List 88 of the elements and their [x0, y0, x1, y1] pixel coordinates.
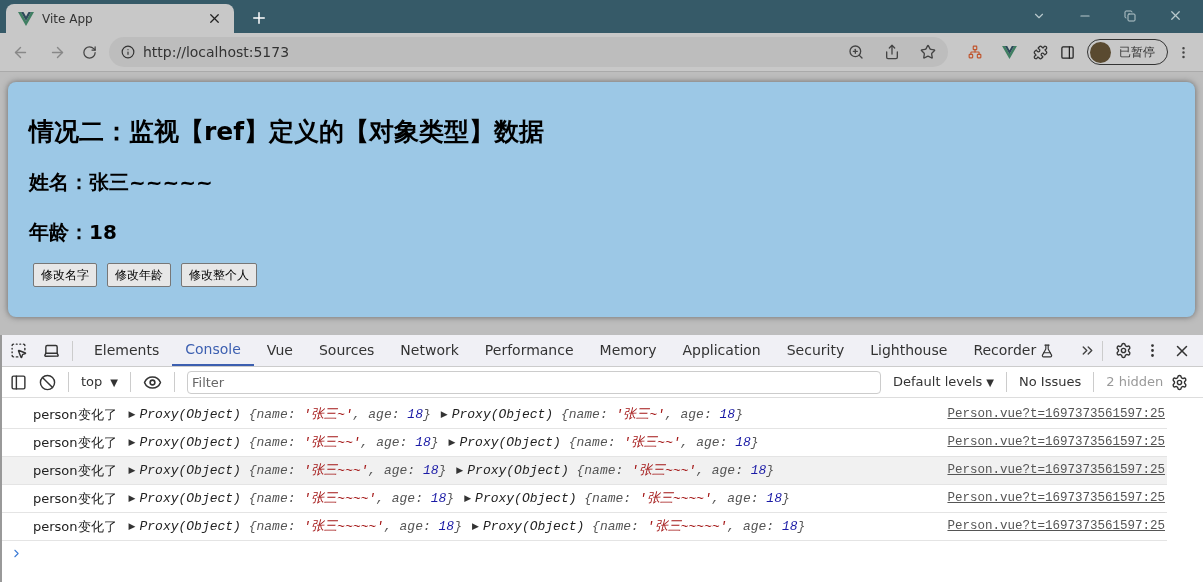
source-link[interactable]: Person.vue?t=1697373561597:25 [947, 433, 1165, 452]
object-text: Proxy(Object) {name: '张三~~~~~', age: 18} [482, 517, 806, 536]
devtools-tab[interactable]: Lighthouse [857, 335, 961, 366]
settings-icon[interactable] [1115, 342, 1132, 359]
object-text: Proxy(Object) {name: '张三~', age: 18} [139, 405, 431, 424]
object-preview[interactable]: ▶ Proxy(Object) {name: '张三~~~~~', age: 18} [471, 516, 806, 537]
tab-title: Vite App [42, 10, 94, 28]
close-icon[interactable] [207, 11, 222, 26]
source-link[interactable]: Person.vue?t=1697373561597:25 [947, 405, 1165, 424]
network-icon[interactable] [968, 45, 982, 59]
info-icon [121, 45, 135, 59]
object-text: Proxy(Object) {name: '张三~~', age: 18} [139, 433, 439, 452]
share-icon[interactable] [884, 44, 900, 60]
age-line: 年龄：18 [29, 219, 118, 247]
flask-icon [1040, 343, 1055, 358]
devtools-tab[interactable]: Elements [81, 335, 173, 366]
devtools-tab[interactable]: Security [773, 335, 858, 366]
expander-glyph: ▶ [448, 435, 456, 449]
devtools-tab[interactable]: Sources [305, 335, 388, 366]
reload-icon[interactable] [82, 44, 97, 60]
object-preview[interactable]: ▶ Proxy(Object) {name: '张三~~~~', age: 18} [128, 488, 455, 509]
object-preview[interactable]: ▶ Proxy(Object) {name: '张三~~~', age: 18} [128, 460, 447, 481]
expander-glyph: ▶ [128, 407, 136, 421]
new-tab-icon[interactable] [250, 9, 268, 27]
url-text: http://localhost:5173 [143, 42, 291, 62]
expander-glyph: ▶ [464, 491, 472, 505]
object-text: Proxy(Object) {name: '张三~~~~', age: 18} [475, 489, 790, 508]
devtools-tab[interactable]: Recorder [960, 335, 1068, 366]
log-message: person变化了 [33, 405, 117, 424]
zoom-icon[interactable] [848, 44, 864, 60]
filter-field[interactable]: Filter [187, 370, 881, 394]
object-preview[interactable]: ▶ Proxy(Object) {name: '张三~~~~', age: 18} [464, 488, 790, 509]
extensions-icon[interactable] [1033, 44, 1048, 60]
object-preview[interactable]: ▶ Proxy(Object) {name: '张三~~~~~', age: 18} [128, 516, 462, 537]
action-button[interactable]: 修改整个人 [181, 263, 257, 288]
devtools-tab[interactable]: Application [669, 335, 774, 366]
device-toolbar-icon[interactable] [43, 342, 60, 359]
profile-label: 已暂停 [1119, 44, 1155, 61]
browser-tab[interactable]: Vite App [6, 4, 234, 33]
object-text: Proxy(Object) {name: '张三~~', age: 18} [459, 433, 759, 452]
devtools-tab[interactable]: Performance [471, 335, 587, 366]
object-preview[interactable]: ▶ Proxy(Object) {name: '张三~', age: 18} [128, 404, 431, 425]
devtools-tab[interactable]: Console [172, 335, 254, 366]
expander-glyph: ▶ [128, 519, 136, 533]
object-text: Proxy(Object) {name: '张三~', age: 18} [451, 405, 743, 424]
source-link[interactable]: Person.vue?t=1697373561597:25 [947, 461, 1165, 480]
star-icon[interactable] [920, 44, 936, 60]
log-message: person变化了 [33, 433, 117, 452]
devtools-tab[interactable]: Network [387, 335, 472, 366]
settings-icon[interactable] [1171, 373, 1189, 391]
context-select[interactable]: top ▼ [81, 372, 118, 392]
object-text: Proxy(Object) {name: '张三~~~', age: 18} [467, 461, 775, 480]
log-message: person变化了 [33, 489, 117, 508]
v-logo-icon[interactable] [1002, 45, 1017, 59]
hidden-count: 2 hidden [1106, 373, 1164, 392]
page-heading: 情况二：监视【ref】定义的【对象类型】数据 [29, 116, 546, 148]
expander-glyph: ▶ [456, 463, 464, 477]
expander-glyph: ▶ [128, 463, 136, 477]
restore-icon[interactable] [1124, 9, 1136, 22]
inspect-icon[interactable] [10, 342, 27, 359]
side-panel-icon[interactable] [1060, 44, 1075, 60]
object-preview[interactable]: ▶ Proxy(Object) {name: '张三~', age: 18} [440, 404, 743, 425]
expander-glyph: ▶ [471, 519, 479, 533]
object-preview[interactable]: ▶ Proxy(Object) {name: '张三~~', age: 18} [448, 432, 759, 453]
object-preview[interactable]: ▶ Proxy(Object) {name: '张三~~~', age: 18} [456, 460, 775, 481]
action-button[interactable]: 修改名字 [33, 263, 97, 288]
devtools-tab[interactable]: Memory [586, 335, 670, 366]
clear-console-icon[interactable] [39, 373, 56, 391]
v-logo-icon [18, 11, 34, 26]
object-text: Proxy(Object) {name: '张三~~~', age: 18} [139, 461, 447, 480]
object-preview[interactable]: ▶ Proxy(Object) {name: '张三~~', age: 18} [128, 432, 439, 453]
log-message: person变化了 [33, 517, 117, 536]
sidebar-toggle-icon[interactable] [10, 373, 27, 391]
avatar [1090, 41, 1111, 63]
source-link[interactable]: Person.vue?t=1697373561597:25 [947, 517, 1165, 536]
action-button[interactable]: 修改年龄 [107, 263, 171, 288]
log-message: person变化了 [33, 461, 117, 480]
levels-dropdown[interactable]: Default levels ▼ [893, 372, 995, 392]
expander-glyph: ▶ [128, 435, 136, 449]
expander-glyph: ▶ [128, 491, 136, 505]
object-text: Proxy(Object) {name: '张三~~~~~', age: 18} [139, 517, 462, 536]
issues-label[interactable]: No Issues [1019, 372, 1082, 392]
expander-glyph: ▶ [440, 407, 448, 421]
address-bar[interactable]: http://localhost:5173 [109, 37, 948, 67]
devtools-tab[interactable]: Vue [253, 335, 306, 366]
object-text: Proxy(Object) {name: '张三~~~~', age: 18} [139, 489, 455, 508]
source-link[interactable]: Person.vue?t=1697373561597:25 [947, 489, 1165, 508]
name-line: 姓名：张三~~~~~ [29, 169, 214, 197]
